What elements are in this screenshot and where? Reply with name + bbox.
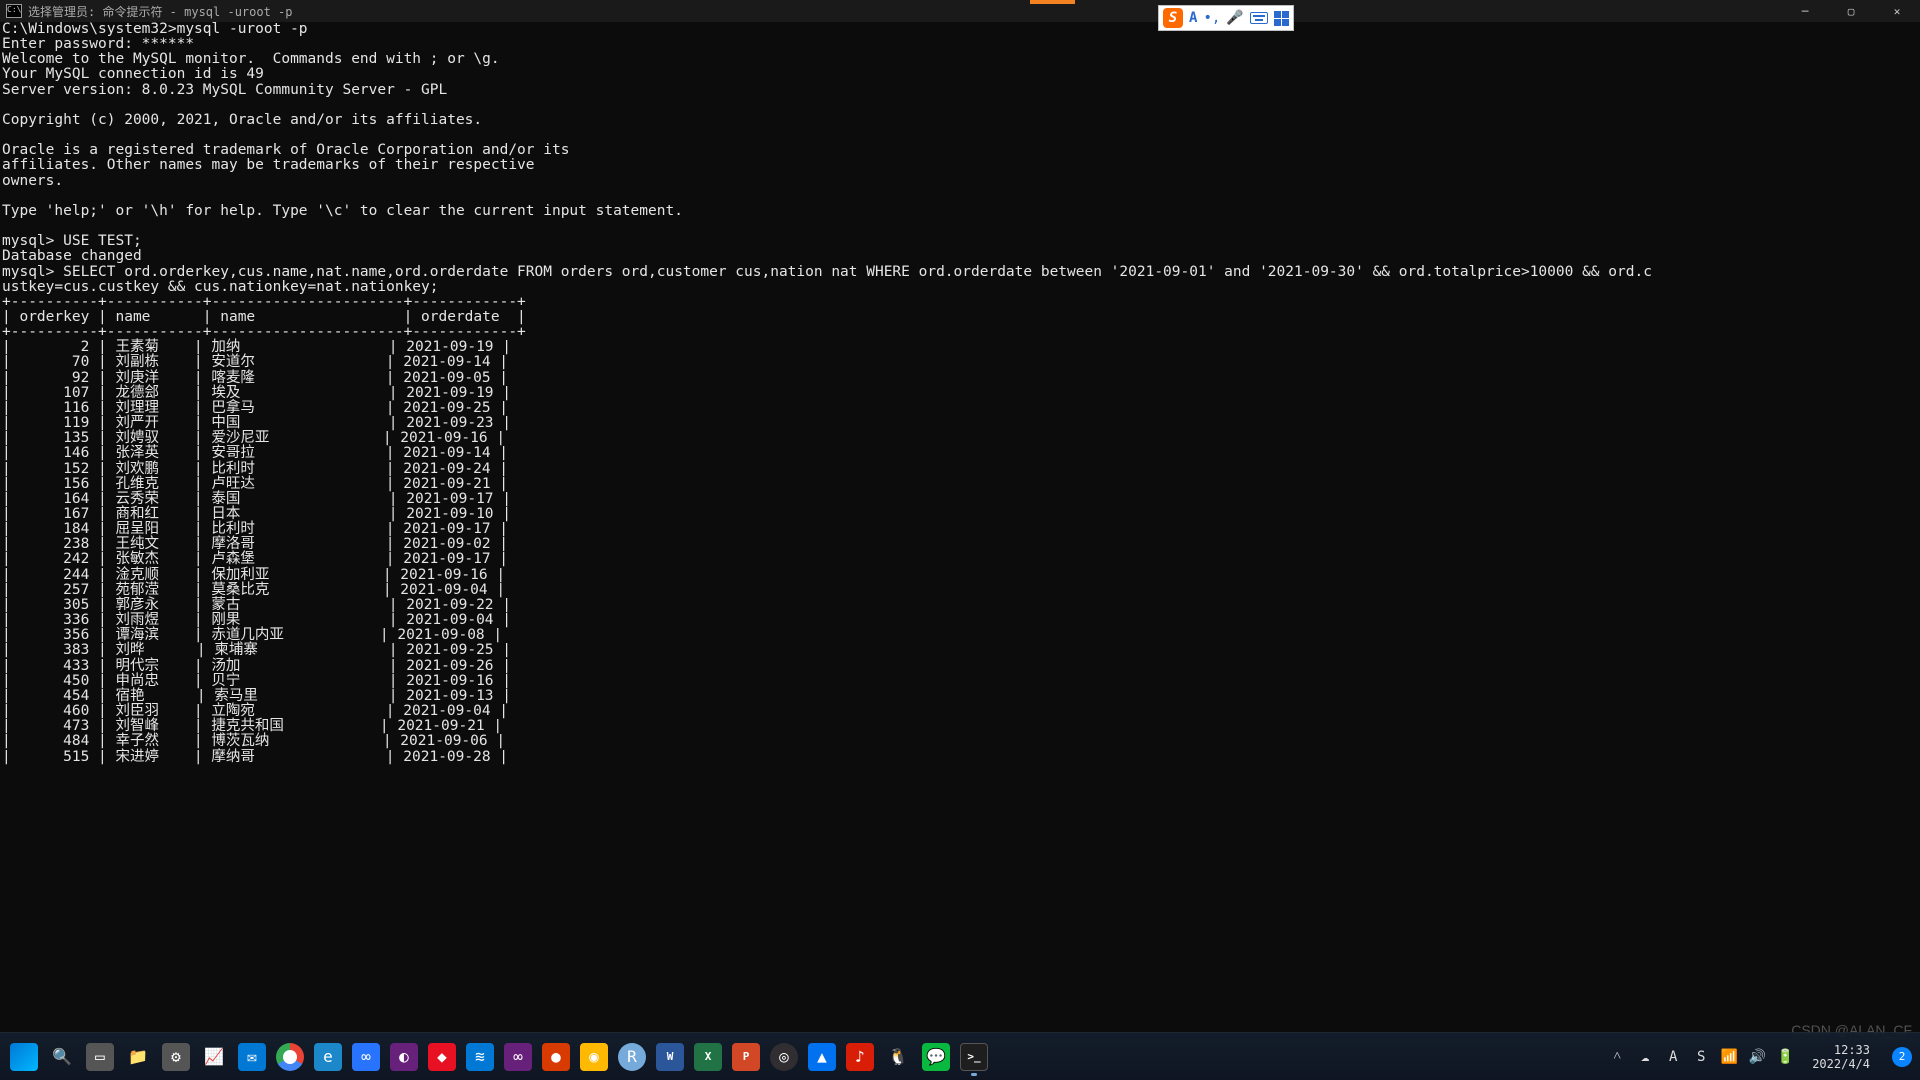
chart-app-icon[interactable]: 📈 <box>200 1043 228 1071</box>
terminal-icon[interactable]: >_ <box>960 1043 988 1071</box>
chrome-icon[interactable] <box>276 1043 304 1071</box>
sogou-tray-icon[interactable]: S <box>1692 1048 1710 1066</box>
todesk2-icon[interactable]: ▲ <box>808 1043 836 1071</box>
qq-icon[interactable]: 🐧 <box>884 1043 912 1071</box>
tab-indicator <box>1030 0 1075 4</box>
terminal-output[interactable]: C:\Windows\system32>mysql -uroot -p Ente… <box>0 22 1920 765</box>
wifi-icon[interactable]: 📶 <box>1720 1048 1738 1066</box>
cmd-icon: C:\ <box>6 4 22 18</box>
visual-studio-icon[interactable]: ∞ <box>504 1043 532 1071</box>
ime-letter-icon[interactable]: A <box>1664 1048 1682 1066</box>
settings-icon[interactable]: ⚙ <box>162 1043 190 1071</box>
rstudio-icon[interactable]: R <box>618 1043 646 1071</box>
wechat-icon[interactable]: 💬 <box>922 1043 950 1071</box>
ime-keyboard-icon[interactable] <box>1250 12 1268 24</box>
notification-badge[interactable]: 2 <box>1892 1047 1912 1067</box>
clock-time: 12:33 <box>1812 1043 1870 1057</box>
netease-music-icon[interactable]: ♪ <box>846 1043 874 1071</box>
start-button[interactable] <box>10 1043 38 1071</box>
excel-icon[interactable]: X <box>694 1043 722 1071</box>
clock-date: 2022/4/4 <box>1812 1057 1870 1071</box>
volume-icon[interactable]: 🔊 <box>1748 1048 1766 1066</box>
todesk-icon[interactable]: ◆ <box>428 1043 456 1071</box>
ime-punct-icon[interactable]: •, <box>1203 10 1220 26</box>
pycharm-icon[interactable]: ◉ <box>580 1043 608 1071</box>
ime-menu-icon[interactable] <box>1274 11 1289 26</box>
battery-icon[interactable]: 🔋 <box>1776 1048 1794 1066</box>
onedrive-icon[interactable]: ☁ <box>1636 1048 1654 1066</box>
window-title: 选择管理员: 命令提示符 - mysql -uroot -p <box>28 3 293 20</box>
ime-mode-letter[interactable]: A <box>1189 10 1197 26</box>
file-explorer-icon[interactable]: 📁 <box>124 1043 152 1071</box>
ime-toolbar[interactable]: S A •, 🎤 <box>1158 5 1294 31</box>
task-view-icon[interactable]: ▭ <box>86 1043 114 1071</box>
taskbar: 🔍 ▭ 📁 ⚙ 📈 ✉ e ∞ ◐ ◆ ≋ ∞ ● ◉ RWXP ◎ ▲ ♪ 🐧 💬 >_ ˄ ☁ AS 📶 🔊 🔋 12:3320… <box>0 1032 1920 1080</box>
search-icon[interactable]: 🔍 <box>48 1043 76 1071</box>
ime-voice-icon[interactable]: 🎤 <box>1226 10 1243 26</box>
minimize-button[interactable]: ─ <box>1782 0 1828 22</box>
sogou-logo-icon[interactable]: S <box>1163 8 1183 28</box>
mail-app-icon[interactable]: ✉ <box>238 1043 266 1071</box>
window-titlebar: C:\ 选择管理员: 命令提示符 - mysql -uroot -p ─ ▢ ✕ <box>0 0 1920 22</box>
edge-icon[interactable]: e <box>314 1043 342 1071</box>
baidu-netdisk-icon[interactable]: ∞ <box>352 1043 380 1071</box>
vscode-icon[interactable]: ≋ <box>466 1043 494 1071</box>
obs-icon[interactable]: ◎ <box>770 1043 798 1071</box>
quark-icon[interactable]: ◐ <box>390 1043 418 1071</box>
close-button[interactable]: ✕ <box>1874 0 1920 22</box>
maximize-button[interactable]: ▢ <box>1828 0 1874 22</box>
word-icon[interactable]: W <box>656 1043 684 1071</box>
jupyter-icon[interactable]: ● <box>542 1043 570 1071</box>
tray-overflow-icon[interactable]: ˄ <box>1608 1048 1626 1066</box>
clock[interactable]: 12:332022/4/4 <box>1812 1043 1870 1071</box>
powerpoint-icon[interactable]: P <box>732 1043 760 1071</box>
